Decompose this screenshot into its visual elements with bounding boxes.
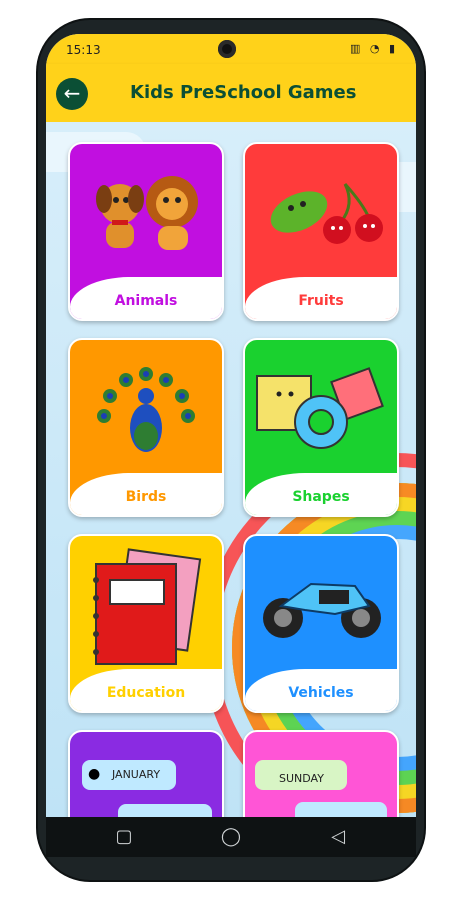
- system-nav-bar: ▢ ◯ ◁: [46, 817, 416, 857]
- card-label: Shapes: [292, 489, 350, 505]
- back-nav-button[interactable]: ◁: [326, 825, 350, 849]
- peacock-icon: [97, 367, 195, 452]
- camera-cutout: [218, 40, 236, 58]
- card-label: Education: [106, 685, 186, 701]
- card-calendar[interactable]: ● JANUARY: [68, 730, 224, 817]
- home-button[interactable]: ◯: [219, 825, 243, 849]
- card-animals[interactable]: Animals: [68, 142, 224, 321]
- month-tag: [118, 804, 212, 817]
- day-tag: SUNDAY: [255, 760, 347, 790]
- square-icon: ▢: [115, 826, 133, 847]
- card-fruits[interactable]: Fruits: [243, 142, 399, 321]
- card-label: Fruits: [298, 293, 344, 309]
- month-tag: ● JANUARY: [82, 760, 176, 790]
- notebook-icon: [93, 548, 202, 665]
- month-label: JANUARY: [112, 768, 161, 781]
- motorbike-icon: [263, 582, 381, 638]
- card-label: Vehicles: [288, 685, 354, 701]
- app-screen: 15:13 ▥ ◔ ▮ ← Kids PreSchool Games Anima…: [46, 34, 416, 817]
- app-bar: ← Kids PreSchool Games: [46, 64, 416, 122]
- circle-icon: ◯: [220, 826, 242, 847]
- status-icons: ▥ ◔ ▮: [349, 42, 398, 55]
- card-days[interactable]: SUNDAY: [243, 730, 399, 817]
- day-label: SUNDAY: [279, 772, 324, 785]
- card-vehicles[interactable]: Vehicles: [243, 534, 399, 713]
- card-label: Birds: [125, 489, 167, 505]
- page-title: Kids PreSchool Games: [130, 82, 357, 103]
- card-birds[interactable]: Birds: [68, 338, 224, 517]
- animals-icon: [96, 176, 198, 250]
- card-label: Animals: [114, 293, 178, 309]
- status-time: 15:13: [66, 43, 101, 57]
- status-bar: 15:13 ▥ ◔ ▮: [46, 34, 416, 64]
- back-button[interactable]: ←: [56, 78, 88, 110]
- card-shapes[interactable]: Shapes: [243, 338, 399, 517]
- triangle-back-icon: ◁: [331, 826, 345, 847]
- shapes-icon: [256, 367, 384, 449]
- arrow-left-icon: ←: [63, 81, 81, 105]
- penguin-icon: ●: [88, 766, 101, 782]
- fruits-icon: [270, 182, 383, 244]
- recent-apps-button[interactable]: ▢: [112, 825, 136, 849]
- card-education[interactable]: Education: [68, 534, 224, 713]
- day-tag: [295, 802, 387, 817]
